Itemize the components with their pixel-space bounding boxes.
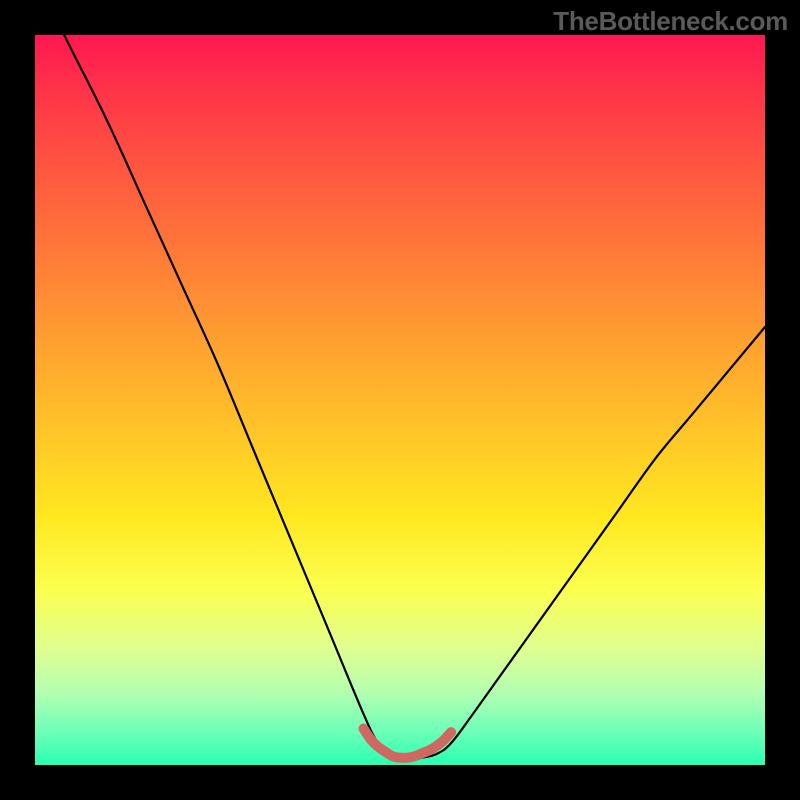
plot-area bbox=[35, 35, 765, 765]
watermark-text: TheBottleneck.com bbox=[553, 6, 788, 37]
curve-svg bbox=[35, 35, 765, 765]
chart-container: TheBottleneck.com bbox=[0, 0, 800, 800]
bottleneck-curve-line bbox=[35, 35, 765, 761]
